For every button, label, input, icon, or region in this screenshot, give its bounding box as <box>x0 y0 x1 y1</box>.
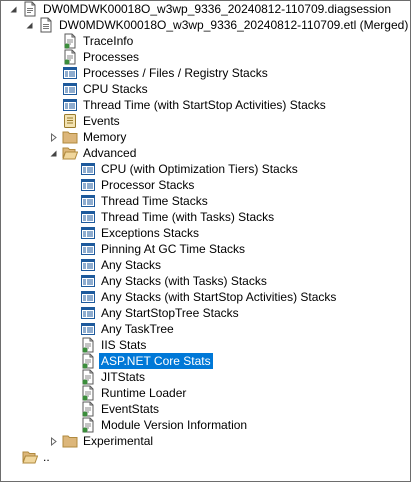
tree-item-dw0mdwk00018o-w3wp-9336-20240812-110709-diagsession[interactable]: DW0MDWK00018O_w3wp_9336_20240812-110709.… <box>10 1 393 17</box>
stack-view-icon <box>80 273 96 289</box>
collapse-arrow-icon[interactable] <box>24 17 34 33</box>
tree-item-memory[interactable]: Memory <box>50 129 128 145</box>
tree-item-processor-stacks[interactable]: Processor Stacks <box>80 177 196 193</box>
tree-item-label: Processes / Files / Registry Stacks <box>83 66 268 80</box>
collapse-arrow-icon[interactable] <box>8 1 18 17</box>
stack-view-icon <box>80 225 96 241</box>
tree-item-experimental[interactable]: Experimental <box>50 433 155 449</box>
folder-icon <box>62 433 78 449</box>
tree-item-label: Any Stacks <box>101 258 162 272</box>
tree-item-thread-time-stacks[interactable]: Thread Time Stacks <box>80 193 210 209</box>
tree-item-label: DW0MDWK00018O_w3wp_9336_20240812-110709.… <box>59 18 409 32</box>
collapse-arrow-icon[interactable] <box>48 145 58 161</box>
document-icon <box>80 353 96 369</box>
file-tree-view[interactable]: DW0MDWK00018O_w3wp_9336_20240812-110709.… <box>0 0 409 480</box>
stack-view-icon <box>62 97 78 113</box>
tree-item-cpu-with-optimization-tiers-stacks[interactable]: CPU (with Optimization Tiers) Stacks <box>80 161 300 177</box>
tree-item-any-stacks-with-tasks-stacks[interactable]: Any Stacks (with Tasks) Stacks <box>80 273 269 289</box>
tree-item-label: Any Stacks (with Tasks) Stacks <box>101 274 267 288</box>
tree-item-label: Thread Time (with Tasks) Stacks <box>101 210 275 224</box>
tree-item-parent[interactable]: .. <box>22 449 52 465</box>
tree-item-processes-files-registry-stacks[interactable]: Processes / Files / Registry Stacks <box>62 65 270 81</box>
expand-arrow-icon[interactable] <box>48 129 58 145</box>
document-icon <box>62 49 78 65</box>
tree-item-label: Exceptions Stacks <box>101 226 200 240</box>
events-icon <box>62 113 78 129</box>
tree-item-label: ASP.NET Core Stats <box>99 353 213 369</box>
tree-item-label: .. <box>43 450 50 464</box>
tree-item-label: Any TaskTree <box>101 322 174 336</box>
tree-item-label: Processes <box>83 50 140 64</box>
tree-item-any-tasktree[interactable]: Any TaskTree <box>80 321 176 337</box>
tree-item-label: Memory <box>83 130 127 144</box>
tree-item-thread-time-with-tasks-stacks[interactable]: Thread Time (with Tasks) Stacks <box>80 209 276 225</box>
tree-item-label: Thread Time Stacks <box>101 194 208 208</box>
document-icon <box>80 337 96 353</box>
tree-item-eventstats[interactable]: EventStats <box>80 401 161 417</box>
tree-item-iis-stats[interactable]: IIS Stats <box>80 337 148 353</box>
stack-view-icon <box>80 193 96 209</box>
tree-item-label: Any Stacks (with StartStop Activities) S… <box>101 290 337 304</box>
stack-view-icon <box>80 241 96 257</box>
document-icon <box>80 369 96 385</box>
tree-item-label: Experimental <box>83 434 154 448</box>
tree-item-label: IIS Stats <box>101 338 147 352</box>
tree-item-label: Advanced <box>83 146 137 160</box>
tree-item-module-version-information[interactable]: Module Version Information <box>80 417 249 433</box>
stack-view-icon <box>80 177 96 193</box>
tree-item-label: TraceInfo <box>83 34 134 48</box>
stack-view-icon <box>80 209 96 225</box>
folder-open-icon <box>62 145 78 161</box>
tree-item-label: EventStats <box>101 402 160 416</box>
tree-item-processes[interactable]: Processes <box>62 49 141 65</box>
tree-item-exceptions-stacks[interactable]: Exceptions Stacks <box>80 225 201 241</box>
tree-item-asp-net-core-stats[interactable]: ASP.NET Core Stats <box>80 353 213 369</box>
document-icon <box>80 417 96 433</box>
tree-item-runtime-loader[interactable]: Runtime Loader <box>80 385 188 401</box>
tree-item-events[interactable]: Events <box>62 113 122 129</box>
tree-item-label: Events <box>83 114 120 128</box>
etl-file-icon <box>38 17 54 33</box>
tree-item-label: CPU Stacks <box>83 82 148 96</box>
tree-item-label: Module Version Information <box>101 418 248 432</box>
tree-item-label: Any StartStopTree Stacks <box>101 306 239 320</box>
expand-arrow-icon[interactable] <box>48 433 58 449</box>
tree-item-label: JITStats <box>101 370 146 384</box>
document-icon <box>80 385 96 401</box>
tree-item-any-startstoptree-stacks[interactable]: Any StartStopTree Stacks <box>80 305 241 321</box>
document-icon <box>62 33 78 49</box>
tree-item-cpu-stacks[interactable]: CPU Stacks <box>62 81 150 97</box>
tree-item-pinning-at-gc-time-stacks[interactable]: Pinning At GC Time Stacks <box>80 241 247 257</box>
tree-item-dw0mdwk00018o-w3wp-9336-20240812-110709-etl-merged[interactable]: DW0MDWK00018O_w3wp_9336_20240812-110709.… <box>26 17 410 33</box>
stack-view-icon <box>80 321 96 337</box>
folder-open-icon <box>22 449 38 465</box>
stack-view-icon <box>62 65 78 81</box>
tree-item-label: Processor Stacks <box>101 178 195 192</box>
tree-item-thread-time-with-startstop-activities-stacks[interactable]: Thread Time (with StartStop Activities) … <box>62 97 328 113</box>
tree-item-jitstats[interactable]: JITStats <box>80 369 147 385</box>
stack-view-icon <box>62 81 78 97</box>
tree-item-traceinfo[interactable]: TraceInfo <box>62 33 135 49</box>
folder-icon <box>62 129 78 145</box>
tree-item-any-stacks-with-startstop-activities-stacks[interactable]: Any Stacks (with StartStop Activities) S… <box>80 289 338 305</box>
stack-view-icon <box>80 257 96 273</box>
tree-item-label: DW0MDWK00018O_w3wp_9336_20240812-110709.… <box>43 2 392 16</box>
tree-item-advanced[interactable]: Advanced <box>50 145 138 161</box>
stack-view-icon <box>80 161 96 177</box>
tree-item-label: Runtime Loader <box>101 386 187 400</box>
stack-view-icon <box>80 289 96 305</box>
tree-item-label: Thread Time (with StartStop Activities) … <box>83 98 326 112</box>
tree-item-label: CPU (with Optimization Tiers) Stacks <box>101 162 298 176</box>
tree-item-label: Pinning At GC Time Stacks <box>101 242 246 256</box>
tree-item-any-stacks[interactable]: Any Stacks <box>80 257 163 273</box>
diagsession-file-icon <box>22 1 38 17</box>
stack-view-icon <box>80 305 96 321</box>
document-icon <box>80 401 96 417</box>
